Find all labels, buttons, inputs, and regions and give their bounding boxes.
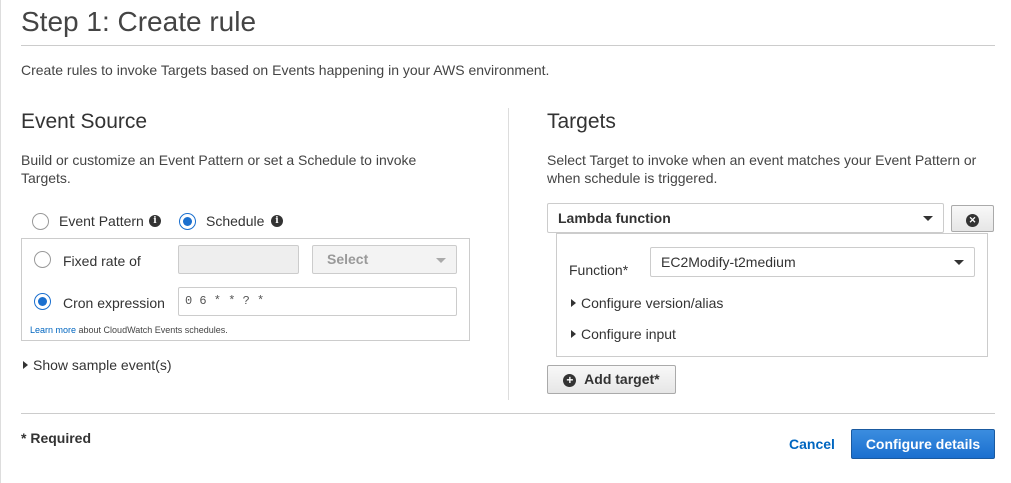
caret-right-icon — [571, 299, 576, 307]
schedule-radio[interactable] — [179, 213, 196, 230]
fixed-rate-label: Fixed rate of — [63, 253, 141, 269]
fixed-rate-input[interactable] — [178, 245, 299, 274]
show-sample-toggle[interactable]: Show sample event(s) — [23, 357, 172, 373]
add-target-label: Add target* — [584, 371, 660, 387]
event-source-description: Build or customize an Event Pattern or s… — [21, 152, 417, 186]
x-icon: ✕ — [966, 214, 979, 227]
chevron-down-icon — [954, 260, 964, 265]
page-description: Create rules to invoke Targets based on … — [21, 62, 550, 78]
plus-icon: + — [563, 374, 577, 387]
fixed-rate-unit-value: Select — [327, 251, 369, 267]
remove-target-button[interactable]: ✕ — [951, 205, 994, 232]
schedule-label: Schedule — [206, 213, 265, 229]
fixed-rate-unit-select[interactable]: Select — [312, 245, 457, 274]
chevron-down-icon — [436, 257, 446, 263]
column-divider — [508, 108, 509, 400]
title-divider — [21, 45, 995, 46]
configure-details-button[interactable]: Configure details — [851, 429, 995, 459]
cancel-link[interactable]: Cancel — [789, 436, 835, 452]
targets-heading: Targets — [547, 110, 616, 133]
caret-right-icon — [23, 361, 28, 369]
fixed-rate-radio[interactable] — [34, 251, 51, 268]
target-type-select[interactable]: Lambda function — [547, 203, 944, 233]
learn-more-note: Learn more about CloudWatch Events sched… — [30, 325, 228, 335]
function-label: Function* — [569, 262, 629, 278]
page-title: Step 1: Create rule — [21, 6, 257, 37]
target-type-value: Lambda function — [558, 210, 671, 226]
configure-input-toggle[interactable]: Configure input — [571, 326, 676, 342]
cron-expression-input[interactable]: 0 6 * * ? * — [178, 287, 457, 316]
event-pattern-info-icon[interactable]: i — [149, 215, 161, 227]
configure-version-toggle[interactable]: Configure version/alias — [571, 295, 723, 311]
cron-radio[interactable] — [34, 293, 51, 310]
add-target-button[interactable]: + Add target* — [547, 365, 676, 394]
configure-version-label: Configure version/alias — [581, 295, 724, 311]
schedule-info-icon[interactable]: i — [271, 215, 283, 227]
event-source-heading: Event Source — [21, 110, 148, 133]
function-value: EC2Modify-t2medium — [661, 254, 796, 270]
learn-more-link[interactable]: Learn more — [30, 325, 76, 335]
caret-right-icon — [571, 330, 576, 338]
configure-input-label: Configure input — [581, 326, 676, 342]
show-sample-label: Show sample event(s) — [33, 357, 172, 373]
learn-more-text: about CloudWatch Events schedules. — [76, 325, 228, 335]
required-note: * Required — [21, 430, 92, 446]
event-pattern-label: Event Pattern — [59, 213, 144, 229]
cron-label: Cron expression — [63, 295, 165, 311]
footer-divider — [21, 413, 995, 414]
targets-description: Select Target to invoke when an event ma… — [547, 152, 977, 186]
event-pattern-radio[interactable] — [32, 213, 49, 230]
function-select[interactable]: EC2Modify-t2medium — [650, 247, 975, 277]
chevron-down-icon — [923, 216, 933, 221]
